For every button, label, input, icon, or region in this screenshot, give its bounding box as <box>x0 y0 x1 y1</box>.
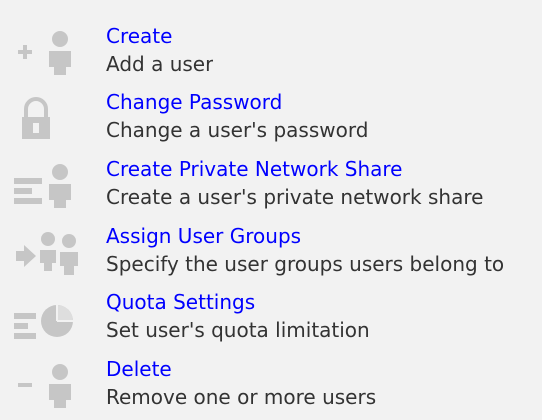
assign-groups-description: Specify the user groups users belong to <box>106 252 505 276</box>
assign-groups-link[interactable]: Assign User Groups <box>106 223 301 249</box>
assign-groups-item[interactable]: Assign User Groups Specify the user grou… <box>0 223 542 287</box>
remove-user-icon <box>14 362 86 410</box>
change-password-link[interactable]: Change Password <box>106 89 282 115</box>
delete-description: Remove one or more users <box>106 385 377 409</box>
delete-user-item[interactable]: Delete Remove one or more users <box>0 356 542 420</box>
private-share-description: Create a user's private network share <box>106 185 484 209</box>
private-share-link[interactable]: Create Private Network Share <box>106 156 402 182</box>
create-link[interactable]: Create <box>106 23 172 49</box>
network-share-icon <box>14 162 86 210</box>
change-password-item[interactable]: Change Password Change a user's password <box>0 89 542 153</box>
private-share-item[interactable]: Create Private Network Share Create a us… <box>0 156 542 220</box>
add-user-icon <box>14 29 86 77</box>
quota-settings-description: Set user's quota limitation <box>106 318 370 342</box>
user-actions-menu: Create Add a user Change Password Change… <box>0 0 542 420</box>
delete-link[interactable]: Delete <box>106 356 172 382</box>
quota-settings-item[interactable]: Quota Settings Set user's quota limitati… <box>0 289 542 353</box>
quota-settings-link[interactable]: Quota Settings <box>106 289 255 315</box>
create-description: Add a user <box>106 52 214 76</box>
padlock-icon <box>14 95 86 143</box>
create-user-item[interactable]: Create Add a user <box>0 23 542 87</box>
user-groups-icon <box>14 229 86 277</box>
change-password-description: Change a user's password <box>106 118 369 142</box>
quota-pie-icon <box>14 295 86 343</box>
